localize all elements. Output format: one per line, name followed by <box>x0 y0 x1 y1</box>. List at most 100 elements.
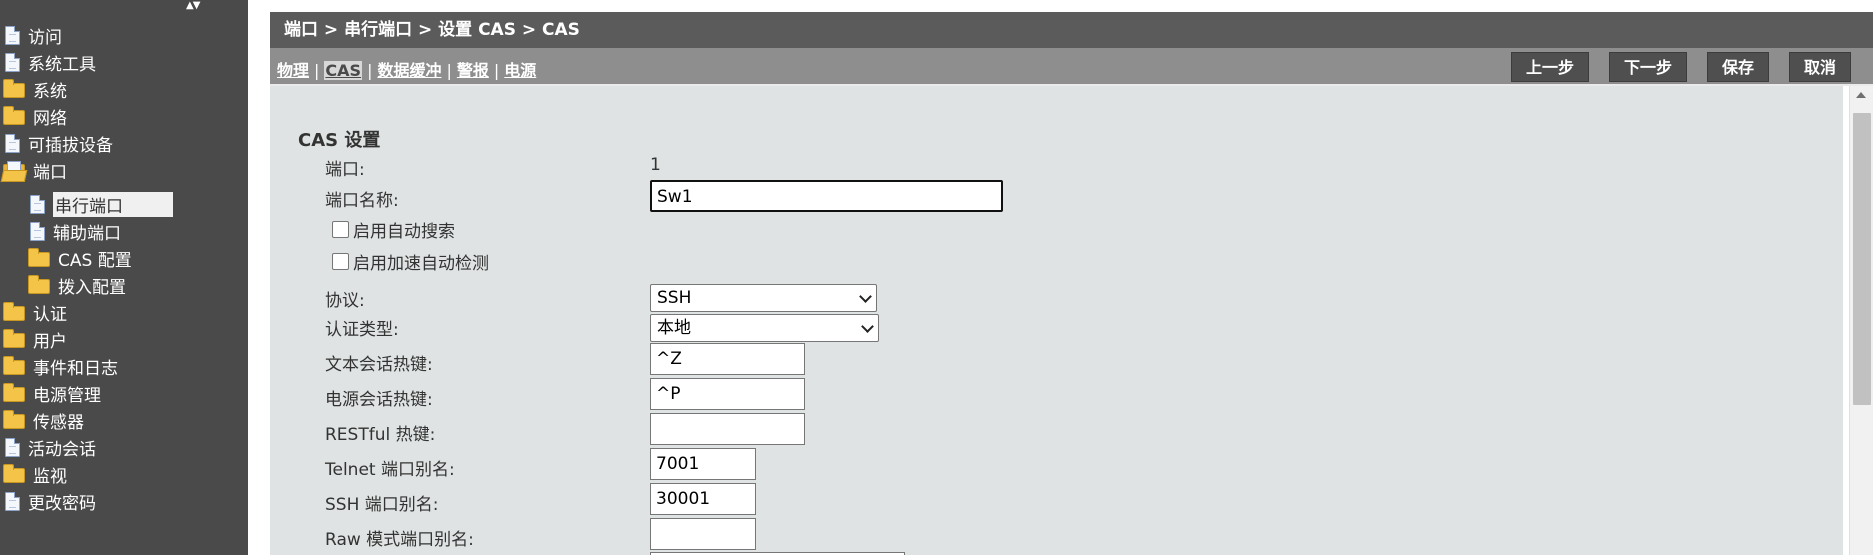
sidebar-item-active-sessions[interactable]: 活动会话 <box>5 434 96 460</box>
protocol-select[interactable]: SSH <box>650 284 877 312</box>
sidebar-item-aux-ports[interactable]: 辅助端口 <box>30 218 121 244</box>
chevron-down-icon <box>861 320 874 333</box>
form-content: CAS 设置 端口: 1 端口名称: Sw1 启用自动搜索 启用加速自动检测 协… <box>270 86 1843 555</box>
tab-power[interactable]: 电源 <box>504 61 536 80</box>
tab-cas[interactable]: CAS <box>324 61 363 80</box>
folder-icon <box>3 464 25 483</box>
sidebar-item-label: 辅助端口 <box>53 223 121 244</box>
sidebar-item-dial-in-config[interactable]: 拨入配置 <box>28 272 126 298</box>
port-name-input[interactable]: Sw1 <box>650 180 1003 212</box>
document-icon <box>5 25 20 45</box>
port-label: 端口: <box>325 160 365 180</box>
sidebar-item-access[interactable]: 访问 <box>5 22 62 48</box>
document-icon <box>30 194 45 214</box>
sidebar-item-users[interactable]: 用户 <box>3 326 67 352</box>
raw-alias-label: Raw 模式端口别名: <box>325 530 474 550</box>
speed-auto-detect-label: 启用加速自动检测 <box>353 254 489 274</box>
tab-separator: | <box>314 61 320 80</box>
sidebar-item-authentication[interactable]: 认证 <box>3 299 67 325</box>
breadcrumb: 端口 > 串行端口 > 设置 CAS > CAS <box>270 12 1873 48</box>
speed-auto-detect-row[interactable]: 启用加速自动检测 <box>332 249 489 274</box>
auto-discovery-row[interactable]: 启用自动搜索 <box>332 217 455 242</box>
tab-separator: | <box>367 61 373 80</box>
text-hotkey-input[interactable]: ^Z <box>650 343 805 375</box>
sidebar-item-sensors[interactable]: 传感器 <box>3 407 84 433</box>
sidebar-item-label: 传感器 <box>33 412 84 433</box>
restful-hotkey-input[interactable] <box>650 413 805 445</box>
text-hotkey-label: 文本会话热键: <box>325 355 433 375</box>
sidebar-item-ports[interactable]: 端口 <box>3 157 67 183</box>
scroll-up-icon[interactable] <box>1856 92 1866 98</box>
sidebar-item-pluggable-devices[interactable]: 可插拔设备 <box>5 130 113 156</box>
tabs: 物理 | CAS | 数据缓冲 | 警报 | 电源 <box>277 57 536 81</box>
folder-icon <box>3 106 25 125</box>
folder-icon <box>3 302 25 321</box>
sidebar-item-label: 系统工具 <box>28 54 96 75</box>
sidebar-item-change-password[interactable]: 更改密码 <box>5 488 96 514</box>
sidebar-item-power-management[interactable]: 电源管理 <box>3 380 101 406</box>
restful-hotkey-label: RESTful 热键: <box>325 425 436 445</box>
save-button[interactable]: 保存 <box>1706 52 1769 82</box>
ssh-alias-input[interactable]: 30001 <box>650 483 756 515</box>
sidebar: ▲▼ 访问 系统工具 系统 网络 可插拔设备 端口 串行端口 辅助端口 CAS … <box>0 0 248 555</box>
port-name-label: 端口名称: <box>325 191 399 211</box>
auth-type-select[interactable]: 本地 <box>650 314 879 342</box>
previous-button[interactable]: 上一步 <box>1510 52 1589 82</box>
folder-icon <box>3 329 25 348</box>
scrollbar-thumb[interactable] <box>1853 113 1871 405</box>
ssh-alias-label: SSH 端口别名: <box>325 495 439 515</box>
sidebar-item-label: 端口 <box>33 162 67 183</box>
sidebar-item-system-tools[interactable]: 系统工具 <box>5 49 96 75</box>
telnet-alias-input[interactable]: 7001 <box>650 448 756 480</box>
next-button[interactable]: 下一步 <box>1608 52 1687 82</box>
folder-icon <box>3 79 25 98</box>
section-title: CAS 设置 <box>298 130 381 151</box>
sidebar-item-label: 用户 <box>33 331 67 352</box>
sidebar-item-monitoring[interactable]: 监视 <box>3 461 67 487</box>
power-hotkey-input[interactable]: ^P <box>650 378 805 410</box>
tab-bar: 物理 | CAS | 数据缓冲 | 警报 | 电源 上一步 下一步 保存 取消 <box>270 48 1873 86</box>
sidebar-item-events-logs[interactable]: 事件和日志 <box>3 353 118 379</box>
sidebar-item-label: 串行端口 <box>53 191 173 217</box>
folder-icon <box>3 383 25 402</box>
main-panel: 端口 > 串行端口 > 设置 CAS > CAS 物理 | CAS | 数据缓冲 | 警报 |… <box>270 12 1873 555</box>
sidebar-item-label: 监视 <box>33 466 67 487</box>
tab-data-buffering[interactable]: 数据缓冲 <box>377 61 441 80</box>
sidebar-item-label: 事件和日志 <box>33 358 118 379</box>
tab-separator: | <box>446 61 452 80</box>
tab-physical[interactable]: 物理 <box>277 61 309 80</box>
protocol-label: 协议: <box>325 291 365 311</box>
document-icon <box>30 221 45 241</box>
sidebar-item-label: 系统 <box>33 81 67 102</box>
sidebar-item-label: 拨入配置 <box>58 277 126 298</box>
sidebar-item-system[interactable]: 系统 <box>3 76 67 102</box>
sidebar-item-label: CAS 配置 <box>58 250 132 271</box>
auto-discovery-label: 启用自动搜索 <box>353 222 455 242</box>
sidebar-item-label: 更改密码 <box>28 493 96 514</box>
sidebar-item-label: 网络 <box>33 108 67 129</box>
speed-auto-detect-checkbox[interactable] <box>332 253 349 270</box>
auto-discovery-checkbox[interactable] <box>332 221 349 238</box>
folder-icon <box>28 275 50 294</box>
protocol-select-value: SSH <box>657 288 692 308</box>
folder-open-icon <box>3 160 25 180</box>
document-icon <box>5 437 20 457</box>
tab-alerts[interactable]: 警报 <box>457 61 489 80</box>
sidebar-item-label: 电源管理 <box>33 385 101 406</box>
document-icon <box>5 133 20 153</box>
sort-arrows-icon[interactable]: ▲▼ <box>186 0 200 12</box>
sidebar-item-network[interactable]: 网络 <box>3 103 67 129</box>
sidebar-item-cas-config[interactable]: CAS 配置 <box>28 245 132 271</box>
raw-alias-input[interactable] <box>650 518 756 550</box>
sidebar-item-serial-ports[interactable]: 串行端口 <box>30 191 173 217</box>
sidebar-item-label: 访问 <box>28 27 62 48</box>
toolbar: 上一步 下一步 保存 取消 <box>1510 52 1851 82</box>
power-hotkey-label: 电源会话热键: <box>325 390 433 410</box>
cancel-button[interactable]: 取消 <box>1788 52 1851 82</box>
telnet-alias-label: Telnet 端口别名: <box>325 460 455 480</box>
sidebar-item-label: 认证 <box>33 304 67 325</box>
folder-icon <box>3 356 25 375</box>
auth-type-label: 认证类型: <box>325 320 399 340</box>
vertical-scrollbar[interactable] <box>1849 86 1873 555</box>
port-value: 1 <box>650 155 661 175</box>
